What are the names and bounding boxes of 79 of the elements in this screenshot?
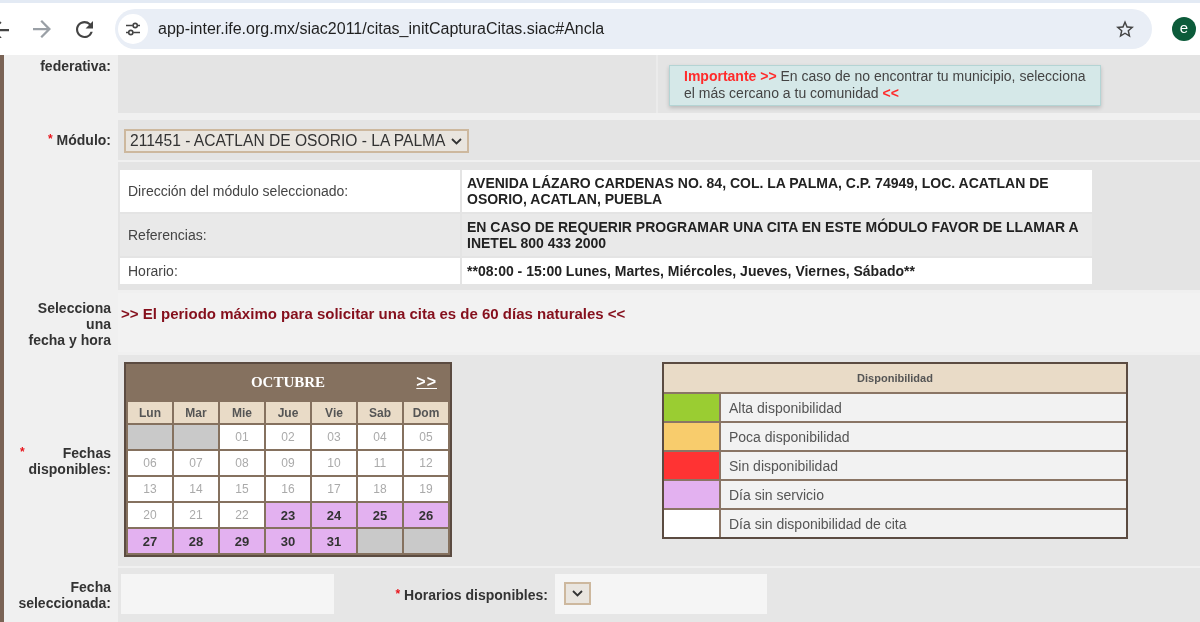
calendar-day: 26	[404, 503, 448, 527]
calendar-day: 02	[266, 425, 310, 449]
empty-day	[128, 425, 172, 449]
calendar-day: 27	[128, 529, 172, 553]
address-bar[interactable]: app-inter.ife.org.mx/siac2011/citas_initCapturaCitas.siac#Ancla	[115, 9, 1152, 49]
field-label: Selecciona una fecha y hora	[28, 300, 111, 348]
calendar-day: 30	[266, 529, 310, 553]
star-icon[interactable]	[1116, 20, 1134, 38]
legend-title: Disponibilidad	[664, 364, 1126, 392]
weekday-header: Mar	[174, 402, 218, 423]
field-label: federativa:	[40, 58, 111, 74]
legend-label: Poca disponibilidad	[721, 423, 1126, 450]
required-mark: *	[47, 132, 53, 146]
calendar-day: 29	[220, 529, 264, 553]
calendar-day: 04	[358, 425, 402, 449]
chevron-down-icon	[572, 590, 583, 597]
calendar-day: 31	[312, 529, 356, 553]
weekday-header: Jue	[266, 402, 310, 423]
forward-arrow-icon[interactable]	[33, 20, 51, 38]
url-text: app-inter.ife.org.mx/siac2011/citas_initCapturaCitas.siac#Ancla	[158, 20, 605, 38]
calendar-day: 07	[174, 451, 218, 475]
calendar-day: 20	[128, 503, 172, 527]
field-label: Horarios disponibles:	[404, 587, 548, 603]
reload-icon[interactable]	[76, 20, 93, 38]
calendar-day: 17	[312, 477, 356, 501]
profile-avatar[interactable]: e	[1172, 17, 1196, 41]
calendar-day: 24	[312, 503, 356, 527]
calendar-day: 28	[174, 529, 218, 553]
calendar-day: 25	[358, 503, 402, 527]
calendar-day: 19	[404, 477, 448, 501]
legend-label: Sin disponibilidad	[721, 452, 1126, 479]
detail-label: Dirección del módulo seleccionado:	[120, 170, 460, 212]
legend-label: Alta disponibilidad	[721, 394, 1126, 421]
calendar-day: 14	[174, 477, 218, 501]
legend-label: Día sin servicio	[721, 481, 1126, 508]
detail-value: EN CASO DE REQUERIR PROGRAMAR UNA CITA EN ESTE MÓDULO FAVOR DE LLAMAR A INETEL 800 433 2000	[462, 214, 1092, 256]
calendar-day: 10	[312, 451, 356, 475]
month-title: OCTUBRE	[250, 373, 326, 391]
calendar-day: 22	[220, 503, 264, 527]
chevron-down-icon	[451, 137, 463, 145]
calendar-day: 13	[128, 477, 172, 501]
legend-label: Día sin disponibilidad de cita	[721, 510, 1126, 537]
field-label: Módulo:	[56, 132, 111, 148]
weekday-header: Dom	[404, 402, 448, 423]
calendar-day: 15	[220, 477, 264, 501]
calendar-day: 05	[404, 425, 448, 449]
weekday-header: Lun	[128, 402, 172, 423]
field-label: Fechas disponibles:	[28, 444, 111, 477]
required-mark: *	[19, 444, 25, 459]
detail-label: Horario:	[120, 258, 460, 284]
calendar-day: 23	[266, 503, 310, 527]
empty-day	[358, 529, 402, 553]
calendar-day: 03	[312, 425, 356, 449]
next-month-link[interactable]: >>	[416, 373, 437, 391]
module-select[interactable]: 211451 - ACATLAN DE OSORIO - LA PALMA	[124, 129, 470, 153]
field-label: Fecha seleccionada:	[18, 579, 111, 611]
info-message: >> El periodo máximo para solicitar una cita es de 60 días naturales <<	[121, 305, 626, 322]
detail-label: Referencias:	[120, 214, 460, 256]
calendar-day: 08	[220, 451, 264, 475]
calendar-day: 12	[404, 451, 448, 475]
detail-value: AVENIDA LÁZARO CARDENAS NO. 84, COL. LA PALMA, C.P. 74949, LOC. ACATLAN DE OSORIO, ACATLAN, PUEBLA	[462, 170, 1092, 212]
site-info-icon[interactable]	[118, 14, 148, 44]
weekday-header: Mie	[220, 402, 264, 423]
notice-message: Importante >> En caso de no encontrar tu municipio, selecciona el más cercano a tu comunidad <<	[669, 65, 1101, 106]
calendar-day: 21	[174, 503, 218, 527]
calendar-day: 09	[266, 451, 310, 475]
calendar-day: 16	[266, 477, 310, 501]
back-arrow-icon[interactable]	[0, 20, 9, 38]
calendar-day: 18	[358, 477, 402, 501]
calendar-day: 01	[220, 425, 264, 449]
time-select[interactable]	[564, 582, 591, 605]
calendar-day: 11	[358, 451, 402, 475]
empty-day	[174, 425, 218, 449]
detail-value: **08:00 - 15:00 Lunes, Martes, Miércoles, Jueves, Viernes, Sábado**	[462, 258, 1092, 284]
weekday-header: Sab	[358, 402, 402, 423]
required-mark: *	[395, 587, 401, 601]
calendar-day: 06	[128, 451, 172, 475]
weekday-header: Vie	[312, 402, 356, 423]
empty-day	[404, 529, 448, 553]
